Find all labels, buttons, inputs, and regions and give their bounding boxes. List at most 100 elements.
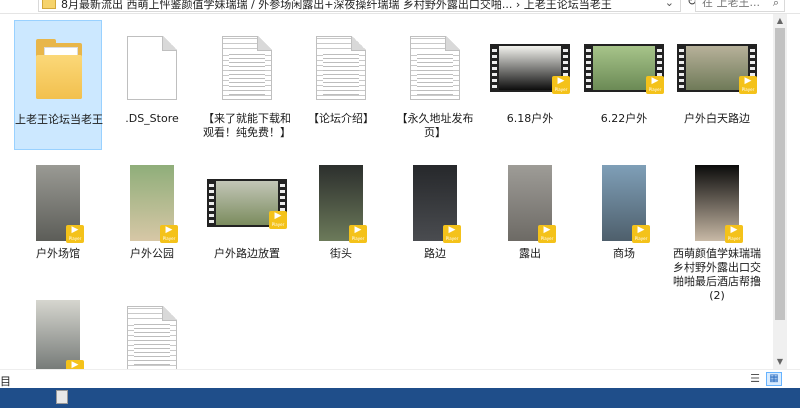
player-badge-icon: ▶Player	[739, 76, 757, 94]
player-badge-text: Player	[741, 87, 755, 92]
video-thumbnail: ▶Player	[36, 300, 84, 378]
file-label: 【论坛介绍】	[308, 112, 374, 125]
file-thumbnail	[15, 25, 103, 113]
player-badge-icon: ▶Player	[725, 225, 743, 243]
player-badge-text: Player	[554, 87, 568, 92]
player-badge-text: Player	[351, 236, 365, 241]
file-item[interactable]: ▶ Player 西萌颜值学妹瑞瑞乡村野外露出口交啪啪最后酒店帮撸(2)	[673, 155, 761, 302]
file-grid: 上老王论坛当老王 .DS_Store 【来了就能下载和观看！纯免费！】 【论坛介绍】 【…	[0, 14, 773, 378]
document-icon	[410, 36, 460, 100]
file-label: 商场	[613, 247, 635, 260]
file-label: 户外公园	[130, 247, 174, 260]
search-icon[interactable]: ⌕	[773, 0, 779, 11]
player-badge-icon: ▶Player	[552, 76, 570, 94]
file-item[interactable]: ▶ Player 6.22户外	[580, 20, 668, 150]
video-thumbnail: ▶Player	[584, 44, 664, 94]
details-view-icon[interactable]: ☰	[747, 372, 763, 386]
file-item[interactable]: ▶ Player 商场	[580, 155, 668, 285]
file-label: 西萌颜值学妹瑞瑞乡村野外露出口交啪啪最后酒店帮撸(2)	[673, 247, 761, 302]
player-badge-text: Player	[634, 236, 648, 241]
file-item[interactable]: ▶ Player 户外路边放置	[203, 155, 291, 285]
file-item[interactable]: 【论坛介绍】	[297, 20, 385, 150]
file-thumbnail: ▶Player	[486, 24, 574, 112]
folder-icon	[42, 0, 56, 9]
file-label: 上老王论坛当老王	[15, 113, 103, 126]
file-item[interactable]: ▶ Player 6.18户外	[486, 20, 574, 150]
file-label: .DS_Store	[125, 112, 179, 125]
file-thumbnail: ▶Player	[391, 159, 479, 247]
player-badge-icon: ▶Player	[632, 225, 650, 243]
file-label: 露出	[519, 247, 541, 260]
file-thumbnail	[203, 24, 291, 112]
file-item[interactable]: ▶ Player 户外公园	[108, 155, 196, 285]
taskbar	[0, 388, 800, 408]
video-thumbnail: ▶Player	[413, 165, 461, 243]
play-icon: ▶	[637, 225, 645, 235]
file-label: 6.22户外	[600, 112, 648, 125]
search-placeholder: 在 上老王...	[702, 0, 760, 9]
file-label: 户外场馆	[36, 247, 80, 260]
video-thumbnail: ▶Player	[508, 165, 556, 243]
file-thumbnail: ▶Player	[203, 159, 291, 247]
document-icon	[127, 306, 177, 370]
player-badge-text: Player	[445, 236, 459, 241]
taskbar-app-icon[interactable]	[56, 390, 68, 404]
player-badge-text: Player	[68, 236, 82, 241]
file-item[interactable]: ▶ Player 路边	[391, 155, 479, 285]
file-thumbnail: ▶Player	[673, 24, 761, 112]
file-label: 6.18户外	[506, 112, 554, 125]
player-badge-icon: ▶Player	[66, 225, 84, 243]
document-icon	[222, 36, 272, 100]
player-badge-icon: ▶Player	[646, 76, 664, 94]
play-icon: ▶	[744, 76, 752, 86]
address-bar[interactable]: 8月最新流出 西萌上怦鉴颜值学妹瑞瑞 / 外参场闲露出+深夜操纤瑞瑞 乡村野外露…	[38, 0, 681, 12]
file-thumbnail	[297, 24, 385, 112]
folder-icon	[32, 37, 86, 101]
play-icon: ▶	[543, 225, 551, 235]
scroll-up-arrow-icon[interactable]: ▲	[773, 14, 787, 28]
player-badge-text: Player	[271, 222, 285, 227]
file-item[interactable]: 【来了就能下载和观看！纯免费！】	[203, 20, 291, 150]
player-badge-text: Player	[540, 236, 554, 241]
file-item[interactable]: ▶ Player 露出	[486, 155, 574, 285]
large-icons-view-icon[interactable]: ▦	[766, 372, 782, 386]
player-badge-icon: ▶Player	[160, 225, 178, 243]
file-thumbnail	[108, 24, 196, 112]
file-label: 【永久地址发布页】	[396, 112, 474, 139]
file-thumbnail: ▶Player	[108, 159, 196, 247]
file-label: 路边	[424, 247, 446, 260]
scroll-thumb[interactable]	[775, 28, 785, 320]
file-thumbnail	[391, 24, 479, 112]
player-badge-text: Player	[162, 236, 176, 241]
video-thumbnail: ▶Player	[602, 165, 650, 243]
scroll-down-arrow-icon[interactable]: ▼	[773, 355, 787, 369]
search-input[interactable]: 在 上老王... ⌕	[695, 0, 785, 12]
play-icon: ▶	[354, 225, 362, 235]
play-icon: ▶	[274, 211, 282, 221]
file-thumbnail: ▶Player	[580, 159, 668, 247]
document-icon	[316, 36, 366, 100]
file-item[interactable]: ▶ Player 户外场馆	[14, 155, 102, 285]
file-thumbnail: ▶Player	[673, 159, 761, 247]
file-explorer-window: 8月最新流出 西萌上怦鉴颜值学妹瑞瑞 / 外参场闲露出+深夜操纤瑞瑞 乡村野外露…	[0, 0, 800, 388]
file-item[interactable]: 【永久地址发布页】	[391, 20, 479, 150]
address-path: 8月最新流出 西萌上怦鉴颜值学妹瑞瑞 / 外参场闲露出+深夜操纤瑞瑞 乡村野外露…	[61, 0, 612, 11]
toolbar: 8月最新流出 西萌上怦鉴颜值学妹瑞瑞 / 外参场闲露出+深夜操纤瑞瑞 乡村野外露…	[0, 0, 800, 14]
play-icon: ▶	[448, 225, 456, 235]
play-icon: ▶	[651, 76, 659, 86]
file-item[interactable]: .DS_Store	[108, 20, 196, 150]
folder-item[interactable]: 上老王论坛当老王	[14, 20, 103, 150]
play-icon: ▶	[557, 76, 565, 86]
chevron-down-icon[interactable]: ⌄	[665, 0, 674, 9]
file-label: 【来了就能下载和观看！纯免费！】	[203, 112, 291, 139]
file-item[interactable]: ▶ Player 户外白天路边	[673, 20, 761, 150]
video-thumbnail: ▶Player	[207, 179, 287, 229]
file-item[interactable]: ▶ Player 街头	[297, 155, 385, 285]
status-text: 目	[0, 375, 11, 388]
file-label: 街头	[330, 247, 352, 260]
document-icon	[127, 36, 177, 100]
play-icon: ▶	[730, 225, 738, 235]
player-badge-text: Player	[727, 236, 741, 241]
vertical-scrollbar[interactable]: ▲ ▼	[773, 14, 787, 369]
status-bar: 目 ☰ ▦	[0, 369, 800, 388]
